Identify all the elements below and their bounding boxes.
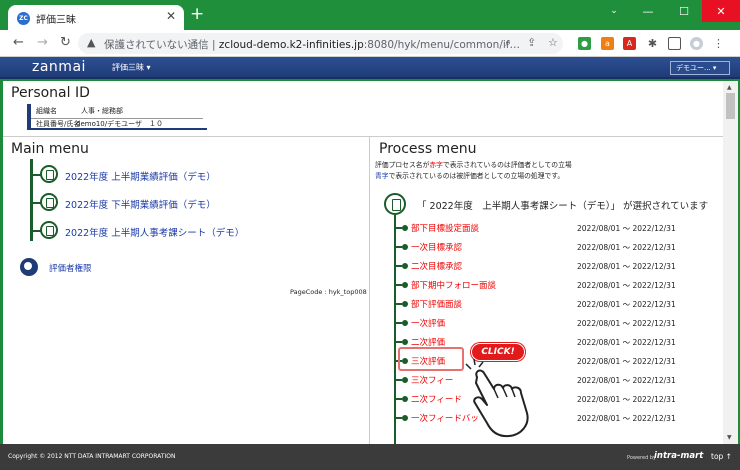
browser-tab-bar: ZC 評価三昧 ✕ + ⌄ — ☐ ✕ <box>0 0 740 30</box>
process-step-period: 2022/08/01 ～ 2022/12/31 <box>577 281 676 290</box>
column-divider <box>369 136 370 444</box>
process-step-period: 2022/08/01 ～ 2022/12/31 <box>577 224 676 233</box>
main-menu-title: Main menu <box>11 141 89 157</box>
personal-id-box: 組織名 人事・総務部 社員番号/氏名 demo10/デモユーザ １０ <box>27 104 207 130</box>
browser-menu-icon[interactable]: ⋮ <box>712 37 725 50</box>
app-header: zanmai 評価三昧 ▾ デモユー... ▾ <box>0 57 740 79</box>
evaluation-sheet-icon <box>40 165 58 183</box>
evaluator-permission-link[interactable]: 評価者権限 <box>49 262 92 274</box>
process-step-label[interactable]: 一次目標承認 <box>411 241 462 253</box>
process-step-period: 2022/08/01 ～ 2022/12/31 <box>577 319 676 328</box>
zoom-icon[interactable]: ⌕ <box>505 36 511 50</box>
employee-row: 社員番号/氏名 demo10/デモユーザ １０ <box>31 118 203 129</box>
page-code: PageCode : hyk_top008 <box>290 288 367 296</box>
step-bullet-icon <box>402 396 408 402</box>
pointing-hand-icon <box>465 359 529 438</box>
copyright: Copyright © 2012 NTT DATA INTRAMART CORP… <box>8 453 176 460</box>
back-to-top-link[interactable]: top ↑ <box>711 452 732 461</box>
url-text: 保護されていない通信 | zcloud-demo.k2-infinities.j… <box>104 39 520 51</box>
main-menu-tree-line <box>30 159 33 241</box>
app-menu-dropdown[interactable]: 評価三昧 ▾ <box>112 62 151 73</box>
evaluation-sheet-icon <box>40 193 58 211</box>
process-step-period: 2022/08/01 ～ 2022/12/31 <box>577 357 676 366</box>
close-tab-icon[interactable]: ✕ <box>166 9 176 23</box>
main-menu-item-3[interactable]: 2022年度 上半期人事考課シート（デモ） <box>65 225 244 239</box>
process-step-period: 2022/08/01 ～ 2022/12/31 <box>577 414 676 423</box>
process-menu-title: Process menu <box>379 141 477 157</box>
evernote-extension-icon[interactable]: ● <box>578 37 591 50</box>
side-panel-icon[interactable] <box>668 37 681 50</box>
step-bullet-icon <box>402 339 408 345</box>
new-tab-button[interactable]: + <box>190 6 204 23</box>
personal-id-title: Personal ID <box>11 85 90 101</box>
minimize-icon[interactable]: — <box>632 0 664 22</box>
bookmark-star-icon[interactable]: ☆ <box>548 36 558 49</box>
amazon-extension-icon[interactable]: a <box>601 37 614 50</box>
process-step-period: 2022/08/01 ～ 2022/12/31 <box>577 300 676 309</box>
reload-icon[interactable]: ↻ <box>60 35 71 51</box>
process-desc-line-2: 青字で表示されているのは被評価者としての立場の処理です。 <box>375 172 565 180</box>
evaluator-permission-icon[interactable] <box>20 258 38 276</box>
process-step-label[interactable]: 二次フィード <box>411 393 462 405</box>
process-step-label[interactable]: 部下評価面談 <box>411 298 462 310</box>
tab-title: 評価三昧 <box>36 15 76 26</box>
browser-tab[interactable]: ZC 評価三昧 ✕ <box>8 5 184 30</box>
evaluation-sheet-icon <box>40 221 58 239</box>
step-bullet-icon <box>402 301 408 307</box>
step-bullet-icon <box>402 282 408 288</box>
scrollbar-thumb[interactable] <box>726 93 735 119</box>
process-step-period: 2022/08/01 ～ 2022/12/31 <box>577 338 676 347</box>
address-bar[interactable]: ▲ 保護されていない通信 | zcloud-demo.k2-infinities… <box>78 33 563 54</box>
process-desc-line-1: 評価プロセス名が赤字で表示されているのは評価者としての立場 <box>375 161 572 169</box>
step-bullet-icon <box>402 225 408 231</box>
process-step-period: 2022/08/01 ～ 2022/12/31 <box>577 262 676 271</box>
process-step-label[interactable]: 三次フィー <box>411 374 453 386</box>
process-step-label[interactable]: 二次目標承認 <box>411 260 462 272</box>
evaluation-sheet-icon <box>384 193 406 215</box>
footer: Copyright © 2012 NTT DATA INTRAMART CORP… <box>0 444 740 470</box>
powered-by: Powered by <box>627 455 656 461</box>
click-highlight <box>398 347 464 371</box>
app-logo[interactable]: zanmai <box>32 59 86 75</box>
step-bullet-icon <box>402 320 408 326</box>
intra-mart-logo: intra-mart <box>654 451 704 461</box>
browser-toolbar: ← → ↻ ▲ 保護されていない通信 | zcloud-demo.k2-infi… <box>0 30 740 57</box>
warning-icon: ▲ <box>87 36 96 49</box>
share-icon[interactable]: ⇪ <box>527 36 536 49</box>
pdf-extension-icon[interactable]: A <box>623 37 636 50</box>
back-icon[interactable]: ← <box>13 35 24 51</box>
window-close-icon[interactable]: ✕ <box>702 0 740 22</box>
process-step-label[interactable]: 部下目標設定面談 <box>411 222 479 234</box>
step-bullet-icon <box>402 263 408 269</box>
process-tree-line <box>394 215 396 444</box>
selected-sheet-label: 「 2022年度 上半期人事考課シート（デモ）」 が選択されています <box>417 201 709 212</box>
org-row: 組織名 人事・総務部 <box>36 107 123 115</box>
favicon-icon: ZC <box>17 12 30 25</box>
process-step-period: 2022/08/01 ～ 2022/12/31 <box>577 243 676 252</box>
maximize-icon[interactable]: ☐ <box>668 0 700 22</box>
section-divider <box>3 136 723 137</box>
process-step-period: 2022/08/01 ～ 2022/12/31 <box>577 376 676 385</box>
step-bullet-icon <box>402 244 408 250</box>
forward-icon[interactable]: → <box>37 35 48 51</box>
tab-search-icon[interactable]: ⌄ <box>598 0 630 22</box>
user-menu-button[interactable]: デモユー... ▾ <box>670 61 730 75</box>
extensions-puzzle-icon[interactable]: ✱ <box>646 37 659 50</box>
main-content: Personal ID 組織名 人事・総務部 社員番号/氏名 demo10/デモユー… <box>3 81 723 444</box>
scroll-up-icon[interactable]: ▲ <box>727 84 732 91</box>
process-step-period: 2022/08/01 ～ 2022/12/31 <box>577 395 676 404</box>
profile-avatar-icon[interactable]: ● <box>690 37 703 50</box>
scroll-down-icon[interactable]: ▼ <box>727 434 732 441</box>
main-menu-item-1[interactable]: 2022年度 上半期業績評価（デモ） <box>65 169 216 183</box>
main-menu-item-2[interactable]: 2022年度 下半期業績評価（デモ） <box>65 197 216 211</box>
step-bullet-icon <box>402 415 408 421</box>
process-step-label[interactable]: 一次評価 <box>411 317 445 329</box>
step-bullet-icon <box>402 377 408 383</box>
page-scrollbar[interactable]: ▲ ▼ <box>723 81 738 444</box>
process-step-label[interactable]: 部下期中フォロー面談 <box>411 279 496 291</box>
